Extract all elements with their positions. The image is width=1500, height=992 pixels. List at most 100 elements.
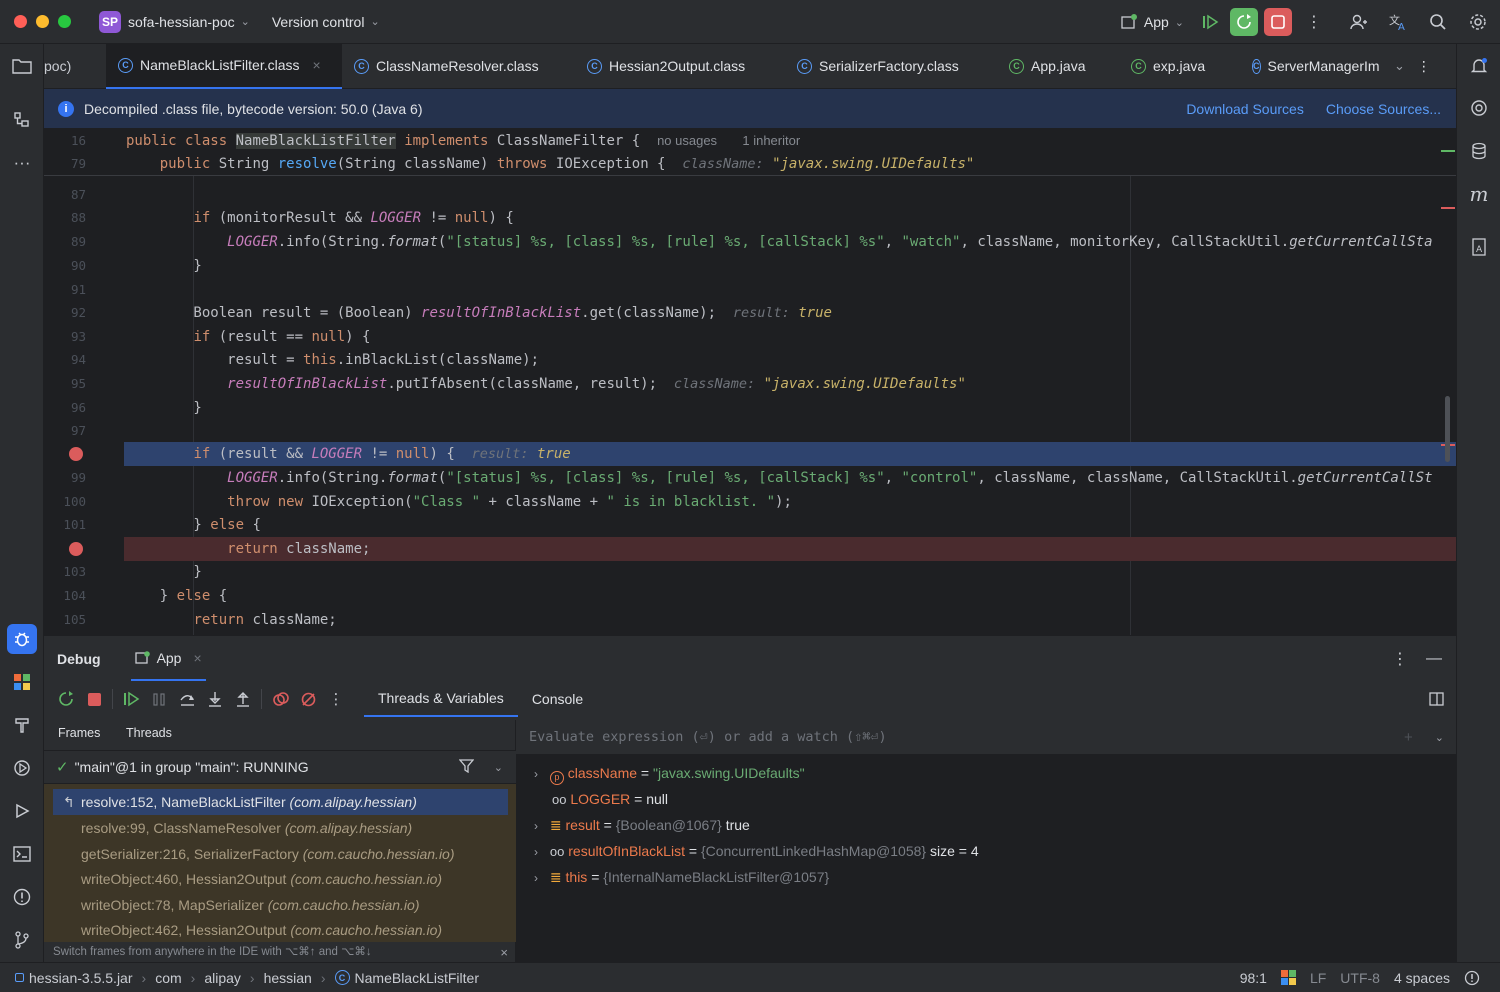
tab-hessian2output[interactable]: C Hessian2Output.class: [575, 44, 785, 89]
breadcrumb-item[interactable]: hessian: [264, 970, 312, 986]
run-config-selector[interactable]: App ⌄: [1120, 13, 1184, 31]
structure-icon[interactable]: [7, 105, 37, 135]
close-window-button[interactable]: [14, 15, 27, 28]
scrollbar-thumb[interactable]: [1445, 396, 1450, 462]
more-tools-icon[interactable]: ···: [7, 148, 37, 178]
frame-row[interactable]: writeObject:78, MapSerializer (com.cauch…: [44, 892, 516, 918]
more-debug-actions-icon[interactable]: ⋮: [322, 685, 350, 713]
filter-icon[interactable]: [458, 758, 475, 776]
frame-row[interactable]: getSerializer:216, SerializerFactory (co…: [44, 841, 516, 867]
services-icon[interactable]: [7, 753, 37, 783]
chevron-down-icon[interactable]: ⌄: [1435, 731, 1444, 744]
expand-chevron-icon[interactable]: ›: [534, 767, 538, 781]
tab-nameblacklistfilter[interactable]: C NameBlackListFilter.class ×: [106, 43, 342, 89]
sticky-line[interactable]: 79 public String resolve(String classNam…: [44, 152, 1456, 176]
expand-chevron-icon[interactable]: ›: [534, 845, 538, 859]
build-hammer-icon[interactable]: [7, 710, 37, 740]
debug-bug-icon[interactable]: [7, 624, 37, 654]
project-folder-icon[interactable]: [7, 51, 37, 81]
minimize-panel-icon[interactable]: —: [1426, 650, 1442, 668]
add-watch-icon[interactable]: +: [1404, 729, 1413, 746]
settings-gear-icon[interactable]: [1464, 8, 1492, 36]
close-hint-icon[interactable]: ×: [500, 942, 508, 963]
layout-settings-icon[interactable]: [1422, 685, 1450, 713]
close-tab-icon[interactable]: ×: [313, 57, 321, 73]
vcs-menu[interactable]: Version control ⌄: [272, 14, 380, 30]
evaluate-expression-input[interactable]: Evaluate expression (⏎) or add a watch (…: [516, 720, 1456, 754]
tab-list-chevron-icon[interactable]: ⌄: [1388, 44, 1411, 89]
mute-breakpoints-icon[interactable]: [294, 685, 322, 713]
rerun-icon[interactable]: [52, 685, 80, 713]
inheritors-hint[interactable]: 1 inheritor: [742, 133, 800, 148]
notifications-warning-icon[interactable]: [1464, 970, 1480, 986]
pause-icon[interactable]: [145, 685, 173, 713]
sticky-line[interactable]: 16 public class NameBlackListFilter imple…: [44, 129, 1456, 153]
tab-app-java[interactable]: C App.java: [997, 44, 1119, 89]
notifications-bell-icon[interactable]: [1464, 51, 1494, 81]
more-actions-icon[interactable]: ⋮: [1300, 8, 1328, 36]
tab-previous[interactable]: poc): [44, 44, 106, 89]
ai-assistant-icon[interactable]: [1464, 93, 1494, 123]
caret-position[interactable]: 98:1: [1240, 970, 1267, 986]
code-editor[interactable]: 87 88 if (monitorResult && LOGGER != nul…: [44, 128, 1456, 635]
indent-setting[interactable]: 4 spaces: [1394, 970, 1450, 986]
frame-row[interactable]: writeObject:462, Hessian2Output (com.cau…: [44, 917, 516, 942]
step-out-icon[interactable]: [229, 685, 257, 713]
breadcrumb-item[interactable]: hessian-3.5.5.jar: [29, 970, 133, 986]
breadcrumb-item[interactable]: NameBlackListFilter: [355, 970, 479, 986]
chevron-down-icon[interactable]: ⌄: [494, 761, 503, 774]
breadcrumb-item[interactable]: com: [155, 970, 181, 986]
expand-chevron-icon[interactable]: ›: [534, 819, 538, 833]
tab-classnameresolver[interactable]: C ClassNameResolver.class: [342, 44, 575, 89]
view-breakpoints-icon[interactable]: [266, 685, 294, 713]
frame-row-selected[interactable]: ↰ resolve:152, NameBlackListFilter (com.…: [53, 789, 508, 815]
debug-session-tab[interactable]: App ×: [130, 636, 206, 681]
terminal-icon[interactable]: [7, 839, 37, 869]
resume-icon[interactable]: [117, 685, 145, 713]
variable-row[interactable]: › ≣ this = {InternalNameBlackListFilter@…: [534, 864, 829, 890]
run-icon[interactable]: [7, 796, 37, 826]
zoom-window-button[interactable]: [58, 15, 71, 28]
stop-button[interactable]: [1264, 8, 1292, 36]
tab-more-icon[interactable]: ⋮: [1411, 44, 1437, 89]
maven-icon[interactable]: m: [1464, 179, 1494, 209]
tab-serializerfactory[interactable]: C SerializerFactory.class: [785, 44, 997, 89]
translate-icon[interactable]: 文A: [1384, 8, 1412, 36]
expand-chevron-icon[interactable]: ›: [534, 871, 538, 885]
thread-selector[interactable]: ✓ "main"@1 in group "main": RUNNING ⌄: [44, 750, 516, 784]
frame-row[interactable]: writeObject:460, Hessian2Output (com.cau…: [44, 866, 516, 892]
variable-row[interactable]: › p className = "javax.swing.UIDefaults": [534, 760, 805, 786]
stop-icon[interactable]: [80, 685, 108, 713]
problems-icon[interactable]: [7, 882, 37, 912]
choose-sources-link[interactable]: Choose Sources...: [1326, 101, 1441, 117]
subtab-frames[interactable]: Frames: [58, 726, 100, 740]
resume-program-icon[interactable]: [1196, 8, 1224, 36]
project-badge[interactable]: SP: [99, 10, 121, 33]
windows-grid-icon[interactable]: [1280, 970, 1296, 985]
tab-servermanagerimpl[interactable]: C ServerManagerIm: [1240, 44, 1388, 89]
breadcrumb-item[interactable]: alipay: [204, 970, 241, 986]
frame-row[interactable]: resolve:99, ClassNameResolver (com.alipa…: [44, 815, 516, 841]
variable-row[interactable]: › ≣ result = {Boolean@1067} true: [534, 812, 750, 838]
add-user-icon[interactable]: [1344, 8, 1372, 36]
search-icon[interactable]: [1424, 8, 1452, 36]
line-separator[interactable]: LF: [1310, 970, 1326, 986]
download-sources-link[interactable]: Download Sources: [1186, 101, 1304, 117]
breakpoint-icon[interactable]: [69, 542, 83, 556]
tab-threads-variables[interactable]: Threads & Variables: [364, 681, 518, 717]
debug-options-icon[interactable]: ⋮: [1392, 649, 1408, 669]
close-session-icon[interactable]: ×: [193, 650, 201, 666]
step-over-icon[interactable]: [173, 685, 201, 713]
step-into-icon[interactable]: [201, 685, 229, 713]
breakpoint-icon[interactable]: [69, 447, 83, 461]
plugins-grid-icon[interactable]: [7, 667, 37, 697]
minimize-window-button[interactable]: [36, 15, 49, 28]
database-icon[interactable]: [1464, 136, 1494, 166]
tab-exp-java[interactable]: C exp.java: [1119, 44, 1240, 89]
tab-console[interactable]: Console: [518, 681, 597, 717]
variable-row[interactable]: oo LOGGER = null: [552, 786, 668, 812]
usages-hint[interactable]: no usages: [657, 133, 717, 148]
subtab-threads[interactable]: Threads: [126, 726, 172, 740]
project-switcher[interactable]: sofa-hessian-poc ⌄: [128, 14, 250, 30]
bookmarks-icon[interactable]: A: [1464, 232, 1494, 262]
